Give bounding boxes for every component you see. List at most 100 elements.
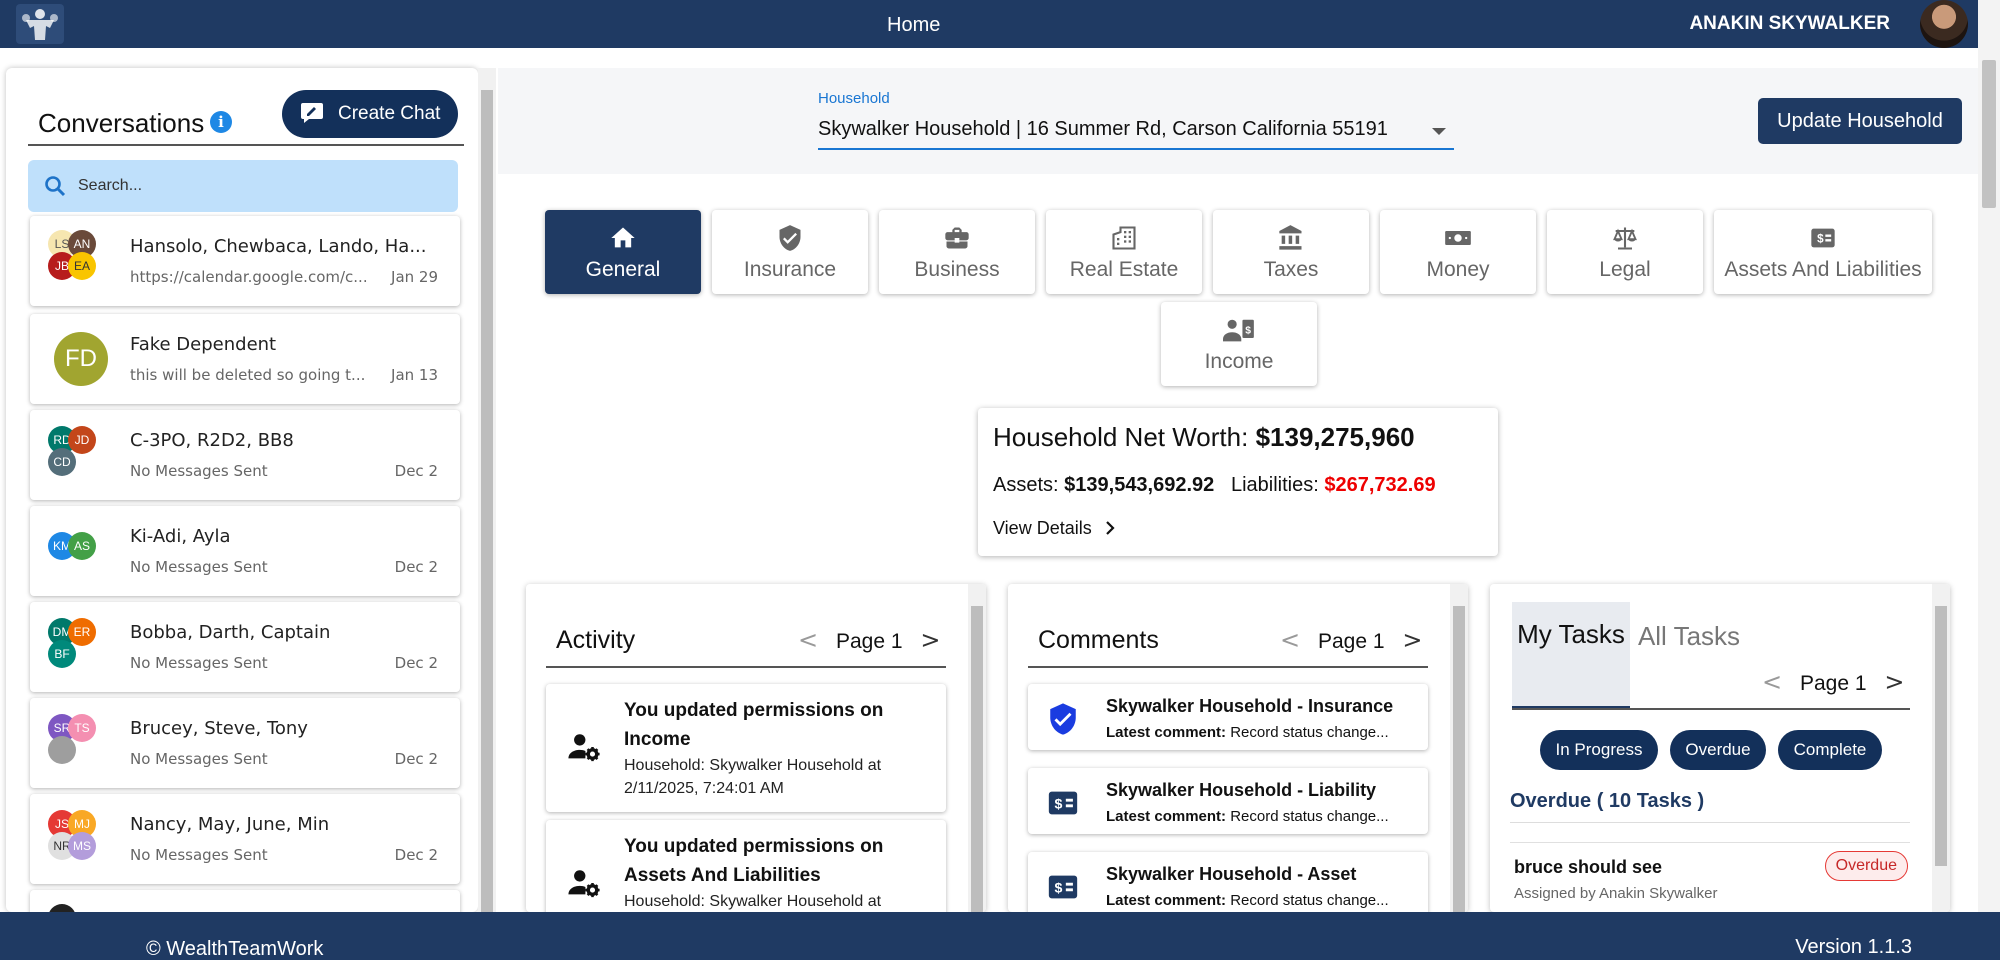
avatar: FD (54, 332, 108, 386)
tab-label: Real Estate (1069, 258, 1179, 281)
svg-text:$: $ (1817, 233, 1824, 246)
tasks-pager: < Page 1 > (1762, 668, 1904, 696)
avatar: ER (68, 618, 96, 646)
task-assigned: Assigned by Anakin Skywalker (1514, 885, 1718, 902)
update-household-button[interactable]: Update Household (1758, 98, 1962, 144)
activity-item[interactable]: You updated permissions on Assets And Li… (546, 820, 946, 912)
version-label: Version 1.1.3 (1795, 936, 1912, 958)
next-page-icon[interactable]: > (920, 626, 940, 654)
chevron-right-icon (1097, 518, 1117, 538)
overdue-heading: Overdue ( 10 Tasks ) (1510, 790, 1705, 812)
assets-liabilities-line: Assets: $139,543,692.92 Liabilities: $26… (993, 474, 1436, 497)
tab-my-tasks[interactable]: My Tasks (1512, 602, 1630, 710)
tab-business[interactable]: Business (879, 210, 1035, 294)
comments-pager: < Page 1 > (1280, 626, 1422, 654)
tab-money[interactable]: Money (1380, 210, 1536, 294)
list-item[interactable]: JS MJ NR MS Nancy, May, June, Min No Mes… (30, 794, 460, 884)
household-select[interactable]: Skywalker Household | 16 Summer Rd, Cars… (818, 114, 1454, 150)
next-page-icon[interactable]: > (1402, 626, 1422, 654)
comment-item[interactable]: Skywalker Household - Insurance Latest c… (1028, 684, 1428, 750)
conversation-name: Brucey, Steve, Tony (130, 718, 308, 739)
tab-insurance[interactable]: Insurance (712, 210, 868, 294)
filter-complete[interactable]: Complete (1778, 730, 1882, 770)
list-item[interactable]: SR TS Brucey, Steve, Tony No Messages Se… (30, 698, 460, 788)
prev-page-icon[interactable]: < (1280, 626, 1300, 654)
tab-legal[interactable]: Legal (1547, 210, 1703, 294)
conversation-date: Dec 2 (394, 750, 438, 768)
tab-taxes[interactable]: Taxes (1213, 210, 1369, 294)
info-icon[interactable]: i (210, 111, 232, 133)
conversation-name: C-3PO, R2D2, BB8 (130, 430, 294, 451)
avatar (48, 904, 76, 912)
household-value: Skywalker Household | 16 Summer Rd, Cars… (818, 118, 1388, 140)
status-badge: Overdue (1824, 851, 1908, 881)
app-logo-icon[interactable] (16, 4, 64, 44)
list-item[interactable]: FD Fake Dependent this will be deleted s… (30, 314, 460, 404)
comment-text: Latest comment: Record status change... (1106, 724, 1416, 741)
activity-item-title: You updated permissions on Assets And Li… (624, 836, 884, 886)
prev-page-icon[interactable]: < (1762, 668, 1782, 696)
avatar: TS (68, 714, 96, 742)
list-item[interactable]: LS AN JB EA Hansolo, Chewbaca, Lando, Ha… (30, 216, 460, 306)
conversations-panel: Conversations i Create Chat LS AN JB EA … (6, 68, 478, 912)
copyright: © WealthTeamWork (146, 938, 324, 960)
comments-panel: Comments < Page 1 > Skywalker Household … (1008, 584, 1468, 912)
avatar[interactable] (1920, 0, 1968, 48)
task-name: bruce should see (1514, 857, 1663, 877)
briefcase-icon (879, 224, 1035, 252)
activity-pager: < Page 1 > (798, 626, 940, 654)
tab-real-estate[interactable]: Real Estate (1046, 210, 1202, 294)
prev-page-icon[interactable]: < (798, 626, 818, 654)
list-item[interactable]: RD JD CD C-3PO, R2D2, BB8 No Messages Se… (30, 410, 460, 500)
liabilities-label: Liabilities: (1230, 474, 1319, 496)
shield-check-icon (1046, 702, 1080, 741)
comments-scrollbar[interactable] (1450, 584, 1468, 912)
view-details-label: View Details (993, 518, 1092, 538)
user-name[interactable]: ANAKIN SKYWALKER (1689, 13, 1890, 35)
activity-item[interactable]: You updated permissions on Income Househ… (546, 684, 946, 812)
building-icon (1046, 224, 1202, 252)
task-item[interactable]: bruce should see Assigned by Anakin Skyw… (1510, 842, 1910, 912)
tab-general[interactable]: General (545, 210, 701, 294)
divider (1510, 822, 1910, 823)
search-box[interactable] (28, 160, 458, 212)
cash-icon (1380, 224, 1536, 252)
dollar-box-icon: $ (1046, 870, 1080, 909)
filter-overdue[interactable]: Overdue (1670, 730, 1766, 770)
comment-title: Skywalker Household - Asset (1106, 864, 1357, 884)
tab-label: Insurance (743, 258, 837, 281)
tasks-scrollbar[interactable] (1932, 584, 1950, 912)
activity-scrollbar[interactable] (968, 584, 986, 912)
tab-income[interactable]: $ Income (1161, 302, 1317, 386)
comment-text: Latest comment: Record status change... (1106, 892, 1416, 909)
assets-value: $139,543,692.92 (1064, 474, 1215, 496)
conversation-date: Dec 2 (394, 654, 438, 672)
comment-item[interactable]: $ Skywalker Household - Asset Latest com… (1028, 852, 1428, 912)
assets-label: Assets: (993, 474, 1059, 496)
top-nav-bar: Home ANAKIN SKYWALKER (0, 0, 1980, 48)
conversation-preview: No Messages Sent (130, 462, 268, 480)
tab-label: Taxes (1263, 258, 1319, 281)
svg-text:$: $ (1245, 325, 1251, 336)
tab-all-tasks[interactable]: All Tasks (1630, 602, 1748, 710)
search-input[interactable] (78, 173, 438, 199)
comment-item[interactable]: $ Skywalker Household - Liability Latest… (1028, 768, 1428, 834)
avatar: CD (48, 448, 76, 476)
view-details-link[interactable]: View Details (993, 518, 1117, 539)
conversation-name: Nancy, May, June, Min (130, 814, 330, 835)
conversation-date: Jan 13 (391, 366, 438, 384)
next-page-icon[interactable]: > (1884, 668, 1904, 696)
page-scrollbar[interactable] (1978, 0, 2000, 912)
list-item[interactable]: DM ER BF Bobba, Darth, Captain No Messag… (30, 602, 460, 692)
filter-in-progress[interactable]: In Progress (1540, 730, 1658, 770)
list-item[interactable]: KM AS Ki-Adi, Ayla No Messages Sent Dec … (30, 506, 460, 596)
conversation-preview: No Messages Sent (130, 558, 268, 576)
activity-item-detail: Household: Skywalker Household at 2/11/2… (624, 757, 882, 797)
create-chat-button[interactable]: Create Chat (282, 90, 458, 138)
conversations-scrollbar[interactable] (478, 68, 496, 912)
tab-label: Income (1204, 350, 1274, 373)
chevron-down-icon (1432, 128, 1446, 135)
tab-assets-and-liabilities[interactable]: $ Assets And Liabilities (1714, 210, 1932, 294)
liabilities-value: $267,732.69 (1324, 474, 1436, 496)
list-item[interactable] (30, 890, 460, 912)
